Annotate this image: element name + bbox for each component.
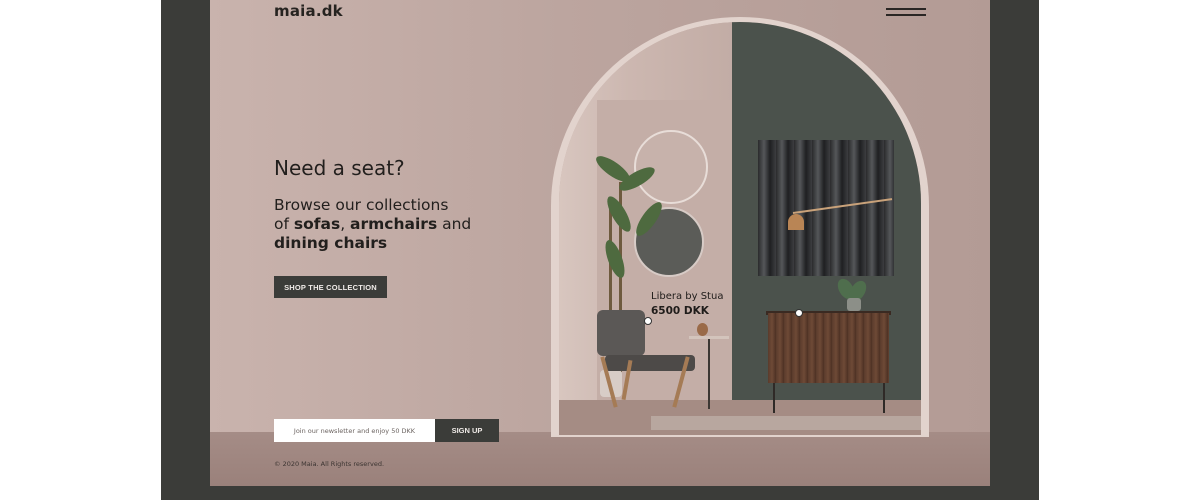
- dining-chairs-link[interactable]: dining chairs: [274, 234, 387, 252]
- plant-pot-small: [847, 298, 861, 311]
- sideboard: [768, 313, 889, 383]
- hero-subtitle-comma: ,: [340, 215, 351, 233]
- wall-lamp-shade: [788, 214, 804, 230]
- hero-subtitle-and: and: [437, 215, 472, 233]
- landing-page: maia.dk Need a seat? Browse our collecti…: [210, 0, 990, 486]
- hero-headline: Need a seat?: [274, 156, 405, 180]
- vase: [697, 323, 708, 336]
- signup-button[interactable]: SIGN UP: [435, 419, 499, 442]
- arch-scene: [559, 22, 921, 435]
- hero-subtitle-line1: Browse our collections: [274, 196, 449, 214]
- armchair-back: [597, 310, 645, 356]
- armchairs-link[interactable]: armchairs: [350, 215, 437, 233]
- footer-copyright: © 2020 Maia. All Rights reserved.: [274, 460, 385, 468]
- product-name: Libera by Stua: [651, 291, 724, 302]
- shop-collection-button[interactable]: SHOP THE COLLECTION: [274, 276, 387, 298]
- hamburger-menu-icon[interactable]: [886, 6, 926, 20]
- logo[interactable]: maia.dk: [274, 2, 343, 20]
- sideboard-leg: [883, 383, 885, 413]
- newsletter-email-input[interactable]: [274, 419, 435, 442]
- side-table-leg: [708, 339, 710, 409]
- product-callout[interactable]: Libera by Stua 6500 DKK: [651, 290, 723, 318]
- sofas-link[interactable]: sofas: [294, 215, 340, 233]
- hero-subtitle: Browse our collections of sofas, armchai…: [274, 196, 514, 253]
- product-hotspot-sideboard[interactable]: [795, 309, 803, 317]
- rug: [651, 416, 921, 430]
- hero-subtitle-of: of: [274, 215, 294, 233]
- sideboard-leg: [773, 383, 775, 413]
- product-price: 6500 DKK: [651, 305, 709, 317]
- product-hotspot-chair[interactable]: [644, 317, 652, 325]
